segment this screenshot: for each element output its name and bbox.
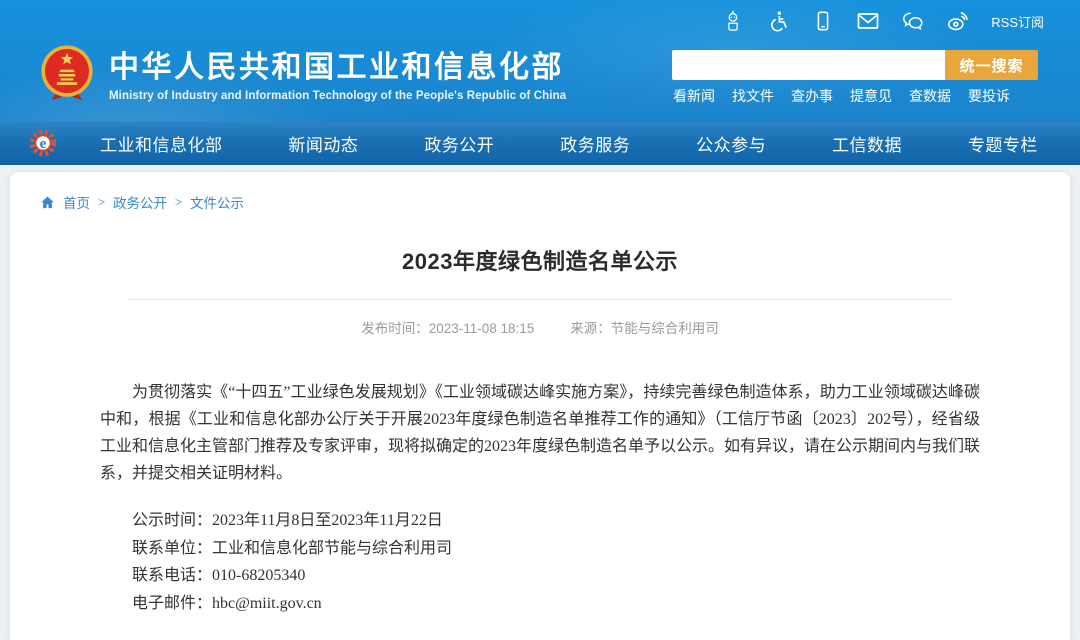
nav-item-news[interactable]: 新闻动态 <box>288 131 358 156</box>
quick-links: 看新闻 找文件 查办事 提意见 查数据 要投诉 <box>673 86 1010 106</box>
quick-link-data[interactable]: 查数据 <box>909 86 951 106</box>
detail-contact-email: 电子邮件：hbc@miit.gov.cn <box>100 590 980 618</box>
rss-subscribe-link[interactable]: RSS订阅 <box>991 12 1044 31</box>
article-title: 2023年度绿色制造名单公示 <box>100 244 980 276</box>
nav-item-industry-data[interactable]: 工信数据 <box>832 131 902 156</box>
quick-link-suggest[interactable]: 提意见 <box>850 86 892 106</box>
national-emblem-icon <box>38 43 96 110</box>
nav-item-gov-info[interactable]: 政务公开 <box>424 131 494 156</box>
wechat-icon[interactable] <box>901 9 925 33</box>
title-divider <box>128 299 952 300</box>
nav-item-gov-services[interactable]: 政务服务 <box>560 131 630 156</box>
breadcrumb-current[interactable]: 文件公示 <box>190 192 244 212</box>
site-header: RSS订阅 中华人民共和国工业和信息化部 Ministry of Industr… <box>0 0 1080 165</box>
topbar: RSS订阅 <box>0 0 1080 42</box>
quick-link-files[interactable]: 找文件 <box>732 86 774 106</box>
breadcrumb-separator: > <box>175 195 182 209</box>
article-paragraph: 为贯彻落实《“十四五”工业绿色发展规划》《工业领域碳达峰实施方案》，持续完善绿色… <box>100 379 980 487</box>
site-logo[interactable]: 中华人民共和国工业和信息化部 Ministry of Industry and … <box>38 43 566 110</box>
weibo-icon[interactable] <box>946 9 970 33</box>
quick-link-complaint[interactable]: 要投诉 <box>968 86 1010 106</box>
search-input[interactable] <box>672 50 945 80</box>
page-background: 首页 > 政务公开 > 文件公示 2023年度绿色制造名单公示 发布时间：202… <box>0 165 1080 640</box>
quick-link-services[interactable]: 查办事 <box>791 86 833 106</box>
publish-info: 发布时间：2023-11-08 18:15 来源：节能与综合利用司 <box>100 317 980 337</box>
nav-items: 工业和信息化部 新闻动态 政务公开 政务服务 公众参与 工信数据 专题专栏 <box>100 131 1038 156</box>
breadcrumb-gov-info[interactable]: 政务公开 <box>113 192 167 212</box>
accessibility-icon[interactable] <box>766 9 790 33</box>
article: 2023年度绿色制造名单公示 发布时间：2023-11-08 18:15 来源：… <box>100 244 980 617</box>
breadcrumb: 首页 > 政务公开 > 文件公示 <box>10 192 1070 212</box>
detail-contact-unit: 联系单位：工业和信息化部节能与综合利用司 <box>100 535 980 563</box>
publish-time: 发布时间：2023-11-08 18:15 <box>361 317 534 337</box>
search-box: 统一搜索 <box>672 50 1038 80</box>
article-details: 公示时间：2023年11月8日至2023年11月22日 联系单位：工业和信息化部… <box>100 507 980 617</box>
home-icon[interactable] <box>40 195 55 210</box>
breadcrumb-home[interactable]: 首页 <box>63 192 90 212</box>
nav-item-special-topics[interactable]: 专题专栏 <box>968 131 1038 156</box>
nav-item-participation[interactable]: 公众参与 <box>696 131 766 156</box>
main-nav: e 工业和信息化部 新闻动态 政务公开 政务服务 公众参与 工信数据 专题专栏 <box>0 122 1080 165</box>
site-subtitle: Ministry of Industry and Information Tec… <box>109 90 566 102</box>
miit-e-logo-icon[interactable]: e <box>28 128 58 158</box>
content-card: 首页 > 政务公开 > 文件公示 2023年度绿色制造名单公示 发布时间：202… <box>10 172 1070 640</box>
breadcrumb-separator: > <box>98 195 105 209</box>
article-source: 来源：节能与综合利用司 <box>570 317 719 337</box>
site-title: 中华人民共和国工业和信息化部 <box>109 51 566 86</box>
svg-text:e: e <box>40 136 47 152</box>
nav-item-miit[interactable]: 工业和信息化部 <box>100 131 223 156</box>
mascot-icon[interactable] <box>721 9 745 33</box>
quick-link-news[interactable]: 看新闻 <box>673 86 715 106</box>
search-button[interactable]: 统一搜索 <box>945 50 1038 80</box>
detail-publicity-period: 公示时间：2023年11月8日至2023年11月22日 <box>100 507 980 535</box>
mail-icon[interactable] <box>856 9 880 33</box>
detail-contact-phone: 联系电话：010-68205340 <box>100 562 980 590</box>
mobile-icon[interactable] <box>811 9 835 33</box>
